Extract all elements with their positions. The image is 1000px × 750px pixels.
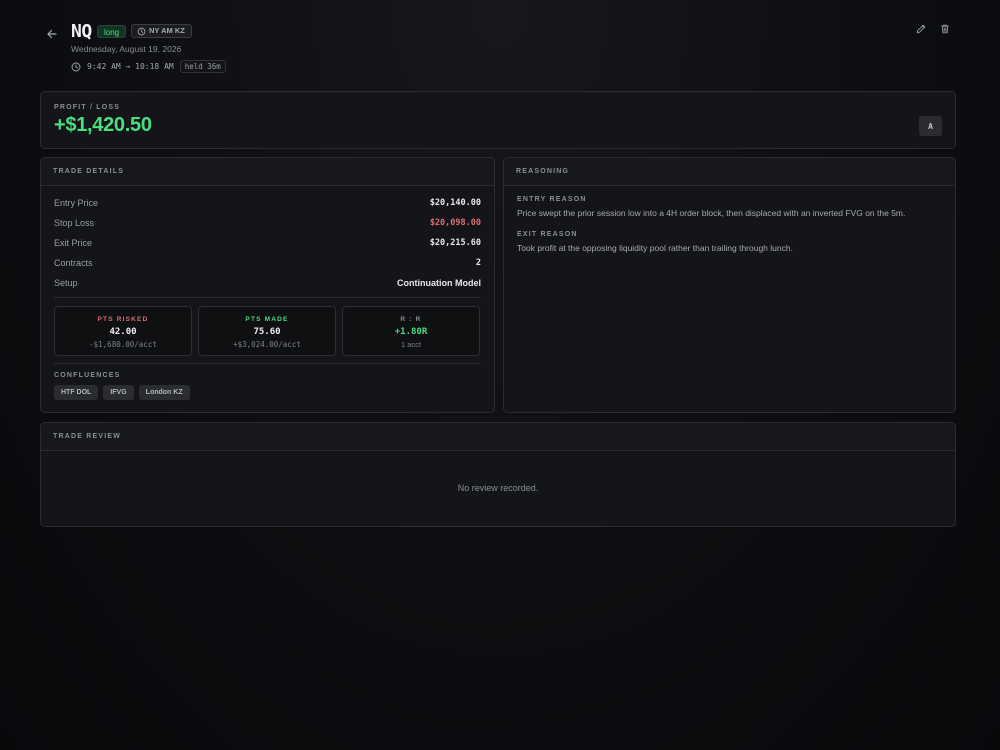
profit-loss-value: +$1,420.50 bbox=[54, 114, 152, 136]
stat-sub: -$1,680.00/acct bbox=[89, 340, 157, 349]
stat-pts-risked: PTS RISKED 42.00 -$1,680.00/acct bbox=[54, 306, 192, 356]
confluences-label: CONFLUENCES bbox=[54, 372, 121, 379]
clock-icon bbox=[137, 27, 146, 35]
trade-date: Wednesday, August 19, 2026 bbox=[71, 44, 182, 54]
profit-loss-card: PROFIT / LOSS +$1,420.50 A bbox=[40, 91, 956, 149]
stat-value: 42.00 bbox=[109, 327, 137, 337]
back-button[interactable] bbox=[44, 26, 60, 42]
trash-icon bbox=[941, 24, 949, 34]
stat-sub: +$3,024.00/acct bbox=[233, 340, 301, 349]
detail-row-contracts: Contracts 2 bbox=[54, 257, 481, 269]
stat-risk-reward: R : R +1.80R 1 acct bbox=[342, 306, 480, 356]
detail-value: 2 bbox=[475, 258, 481, 268]
trade-review-title: TRADE REVIEW bbox=[53, 433, 122, 440]
entry-reason-label: ENTRY REASON bbox=[517, 196, 587, 203]
detail-row-stop-loss: Stop Loss $20,098.00 bbox=[54, 217, 481, 229]
exit-reason-label: EXIT REASON bbox=[517, 231, 578, 238]
clock-icon bbox=[71, 62, 81, 71]
pencil-icon bbox=[916, 24, 926, 34]
detail-value: $20,215.60 bbox=[429, 238, 481, 248]
time-row: 9:42 AM → 10:18 AM held 36m bbox=[71, 60, 226, 73]
trade-details-title: TRADE DETAILS bbox=[53, 168, 125, 175]
stat-value: +1.80R bbox=[394, 327, 428, 337]
reasoning-title: REASONING bbox=[516, 168, 570, 175]
confluence-chips: HTF DOL IFVG London KZ bbox=[54, 385, 190, 400]
profit-loss-label: PROFIT / LOSS bbox=[54, 104, 121, 111]
stat-sub: 1 acct bbox=[400, 340, 421, 349]
edit-button[interactable] bbox=[915, 22, 927, 34]
detail-label: Stop Loss bbox=[54, 218, 95, 228]
reasoning-card: REASONING ENTRY REASON Price swept the p… bbox=[503, 157, 956, 413]
session-label: NY AM KZ bbox=[149, 26, 185, 35]
divider bbox=[54, 363, 481, 364]
stat-label: R : R bbox=[400, 316, 422, 323]
detail-label: Entry Price bbox=[54, 198, 99, 208]
detail-label: Contracts bbox=[54, 258, 93, 268]
exit-reason-block: EXIT REASON Took profit at the opposing … bbox=[517, 231, 947, 254]
detail-value: $20,098.00 bbox=[429, 218, 481, 228]
stat-label: PTS MADE bbox=[245, 316, 289, 323]
detail-value: Continuation Model bbox=[397, 278, 481, 288]
confluence-chip: London KZ bbox=[138, 385, 190, 400]
trade-details-header: TRADE DETAILS bbox=[41, 158, 494, 186]
trade-details-card: TRADE DETAILS Entry Price $20,140.00 Sto… bbox=[40, 157, 495, 413]
entry-reason-text: Price swept the prior session low into a… bbox=[517, 208, 906, 218]
stat-label: PTS RISKED bbox=[97, 316, 149, 323]
held-duration: held 36m bbox=[179, 60, 226, 73]
detail-row-entry-price: Entry Price $20,140.00 bbox=[54, 197, 481, 209]
detail-value: $20,140.00 bbox=[429, 198, 481, 208]
reasoning-header: REASONING bbox=[504, 158, 955, 186]
delete-button[interactable] bbox=[939, 22, 951, 34]
entry-reason-block: ENTRY REASON Price swept the prior sessi… bbox=[517, 196, 947, 219]
trade-symbol: NQ bbox=[71, 21, 92, 42]
detail-row-setup: Setup Continuation Model bbox=[54, 277, 481, 289]
grade-button[interactable]: A bbox=[919, 116, 942, 136]
divider bbox=[54, 297, 481, 298]
detail-row-exit-price: Exit Price $20,215.60 bbox=[54, 237, 481, 249]
side-badge: long bbox=[97, 25, 127, 38]
stat-value: 75.60 bbox=[253, 327, 281, 337]
trade-header: NQ long NY AM KZ Wednesday, August 19, 2… bbox=[40, 18, 956, 78]
detail-label: Exit Price bbox=[54, 238, 93, 248]
trade-review-card: TRADE REVIEW No review recorded. bbox=[40, 422, 956, 527]
detail-label: Setup bbox=[54, 278, 78, 288]
arrow-left-icon bbox=[47, 29, 57, 39]
session-badge: NY AM KZ bbox=[131, 24, 192, 38]
confluence-chip: HTF DOL bbox=[54, 385, 99, 400]
trade-review-header: TRADE REVIEW bbox=[41, 423, 955, 451]
exit-reason-text: Took profit at the opposing liquidity po… bbox=[517, 243, 793, 253]
stat-pts-made: PTS MADE 75.60 +$3,024.00/acct bbox=[198, 306, 336, 356]
review-empty-text: No review recorded. bbox=[457, 483, 539, 493]
confluence-chip: IFVG bbox=[103, 385, 134, 400]
time-range: 9:42 AM → 10:18 AM bbox=[87, 62, 174, 71]
